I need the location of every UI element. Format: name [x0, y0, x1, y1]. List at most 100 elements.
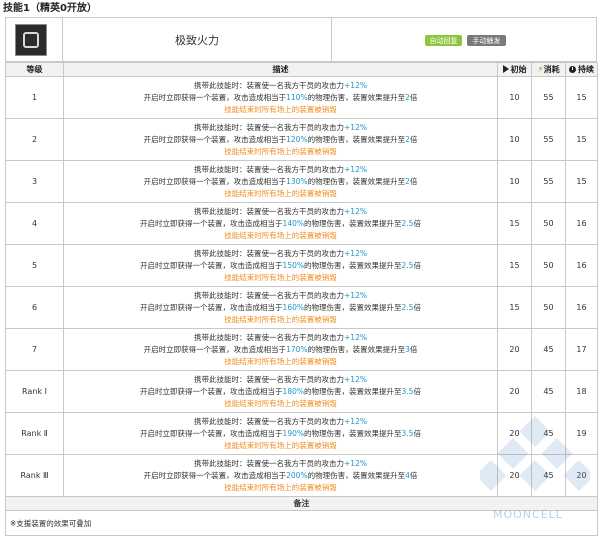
initial-cell: 10: [497, 160, 532, 203]
level-cell: 5: [5, 244, 64, 287]
desc-line-1: 携带此技能时：装置使一名我方干员的攻击力+12%: [194, 80, 367, 90]
table-row: 1 携带此技能时：装置使一名我方干员的攻击力+12% 开启时立即获得一个装置，攻击造…: [5, 76, 598, 119]
desc-line-2: 开启时立即获得一个装置，攻击造成相当于150%的物理伤害，装置效果提升至2.5倍: [140, 260, 421, 270]
desc-line-1: 携带此技能时：装置使一名我方干员的攻击力+12%: [194, 164, 367, 174]
duration-cell: 15: [565, 118, 598, 161]
cost-cell: 50: [531, 202, 566, 245]
cost-cell: 50: [531, 244, 566, 287]
cost-cell: 55: [531, 160, 566, 203]
description-cell: 携带此技能时：装置使一名我方干员的攻击力+12% 开启时立即获得一个装置，攻击造成…: [63, 244, 498, 287]
skill-icon: [15, 24, 47, 56]
description-cell: 携带此技能时：装置使一名我方干员的攻击力+12% 开启时立即获得一个装置，攻击造成…: [63, 370, 498, 413]
table-row: 3 携带此技能时：装置使一名我方干员的攻击力+12% 开启时立即获得一个装置，攻击造…: [5, 160, 598, 203]
level-cell: 1: [5, 76, 64, 119]
description-cell: 携带此技能时：装置使一名我方干员的攻击力+12% 开启时立即获得一个装置，攻击造成…: [63, 286, 498, 329]
play-icon: [502, 65, 509, 73]
tag-manual-trigger: 手动触发: [467, 35, 506, 46]
desc-line-2: 开启时立即获得一个装置，攻击造成相当于190%的物理伤害，装置效果提升至3.5倍: [140, 428, 421, 438]
desc-line-3: 技能结束时所有场上的装置被销毁: [224, 188, 337, 198]
description-cell: 携带此技能时：装置使一名我方干员的攻击力+12% 开启时立即获得一个装置，攻击造成…: [63, 328, 498, 371]
description-cell: 携带此技能时：装置使一名我方干员的攻击力+12% 开启时立即获得一个装置，攻击造成…: [63, 202, 498, 245]
cost-cell: 55: [531, 76, 566, 119]
duration-cell: 20: [565, 454, 598, 497]
header-initial: 初始: [497, 62, 532, 77]
duration-cell: 19: [565, 412, 598, 455]
level-cell: Rank Ⅱ: [5, 412, 64, 455]
initial-cell: 15: [497, 286, 532, 329]
desc-line-2: 开启时立即获得一个装置，攻击造成相当于160%的物理伤害，装置效果提升至2.5倍: [140, 302, 421, 312]
level-cell: Rank Ⅲ: [5, 454, 64, 497]
cost-cell: 55: [531, 118, 566, 161]
desc-line-3: 技能结束时所有场上的装置被销毁: [224, 314, 337, 324]
table-row: Rank Ⅲ 携带此技能时：装置使一名我方干员的攻击力+12% 开启时立即获得一个装…: [5, 454, 598, 497]
description-cell: 携带此技能时：装置使一名我方干员的攻击力+12% 开启时立即获得一个装置，攻击造成…: [63, 160, 498, 203]
desc-line-2: 开启时立即获得一个装置，攻击造成相当于130%的物理伤害，装置效果提升至2倍: [143, 176, 418, 186]
description-cell: 携带此技能时：装置使一名我方干员的攻击力+12% 开启时立即获得一个装置，攻击造成…: [63, 76, 498, 119]
table-row: 7 携带此技能时：装置使一名我方干员的攻击力+12% 开启时立即获得一个装置，攻击造…: [5, 328, 598, 371]
desc-line-2: 开启时立即获得一个装置，攻击造成相当于110%的物理伤害，装置效果提升至2倍: [143, 92, 418, 102]
level-cell: 4: [5, 202, 64, 245]
header-level: 等级: [5, 62, 64, 77]
desc-line-3: 技能结束时所有场上的装置被销毁: [224, 356, 337, 366]
desc-line-1: 携带此技能时：装置使一名我方干员的攻击力+12%: [194, 248, 367, 258]
table-row: Rank Ⅰ 携带此技能时：装置使一名我方干员的攻击力+12% 开启时立即获得一个装…: [5, 370, 598, 413]
cost-cell: 50: [531, 286, 566, 329]
desc-line-2: 开启时立即获得一个装置，攻击造成相当于180%的物理伤害，装置效果提升至3.5倍: [140, 386, 421, 396]
initial-cell: 20: [497, 328, 532, 371]
desc-line-1: 携带此技能时：装置使一名我方干员的攻击力+12%: [194, 458, 367, 468]
desc-line-1: 携带此技能时：装置使一名我方干员的攻击力+12%: [194, 122, 367, 132]
description-cell: 携带此技能时：装置使一名我方干员的攻击力+12% 开启时立即获得一个装置，攻击造成…: [63, 454, 498, 497]
table-row: Rank Ⅱ 携带此技能时：装置使一名我方干员的攻击力+12% 开启时立即获得一个装…: [5, 412, 598, 455]
desc-line-3: 技能结束时所有场上的装置被销毁: [224, 230, 337, 240]
desc-line-3: 技能结束时所有场上的装置被销毁: [224, 146, 337, 156]
table-row: 5 携带此技能时：装置使一名我方干员的攻击力+12% 开启时立即获得一个装置，攻击造…: [5, 244, 598, 287]
cost-cell: 45: [531, 454, 566, 497]
desc-line-3: 技能结束时所有场上的装置被销毁: [224, 272, 337, 282]
desc-line-3: 技能结束时所有场上的装置被销毁: [224, 104, 337, 114]
initial-cell: 20: [497, 370, 532, 413]
duration-cell: 16: [565, 202, 598, 245]
header-cost: ⚡消耗: [531, 62, 566, 77]
clock-icon: [569, 66, 576, 73]
desc-line-2: 开启时立即获得一个装置，攻击造成相当于200%的物理伤害，装置效果提升至4倍: [143, 470, 418, 480]
table-row: 4 携带此技能时：装置使一名我方干员的攻击力+12% 开启时立即获得一个装置，攻击造…: [5, 202, 598, 245]
description-cell: 携带此技能时：装置使一名我方干员的攻击力+12% 开启时立即获得一个装置，攻击造成…: [63, 118, 498, 161]
desc-line-2: 开启时立即获得一个装置，攻击造成相当于170%的物理伤害，装置效果提升至3倍: [143, 344, 418, 354]
desc-line-1: 携带此技能时：装置使一名我方干员的攻击力+12%: [194, 332, 367, 342]
cost-cell: 45: [531, 370, 566, 413]
initial-cell: 20: [497, 454, 532, 497]
watermark-text: MOONCELL: [493, 508, 563, 521]
desc-line-1: 携带此技能时：装置使一名我方干员的攻击力+12%: [194, 416, 367, 426]
desc-line-2: 开启时立即获得一个装置，攻击造成相当于140%的物理伤害，装置效果提升至2.5倍: [140, 218, 421, 228]
duration-cell: 15: [565, 76, 598, 119]
level-cell: 7: [5, 328, 64, 371]
desc-line-1: 携带此技能时：装置使一名我方干员的攻击力+12%: [194, 374, 367, 384]
desc-line-3: 技能结束时所有场上的装置被销毁: [224, 482, 337, 492]
desc-line-3: 技能结束时所有场上的装置被销毁: [224, 440, 337, 450]
skill-name: 极致火力: [63, 17, 332, 62]
level-cell: 6: [5, 286, 64, 329]
initial-cell: 20: [497, 412, 532, 455]
desc-line-3: 技能结束时所有场上的装置被销毁: [224, 398, 337, 408]
desc-line-1: 携带此技能时：装置使一名我方干员的攻击力+12%: [194, 290, 367, 300]
duration-cell: 16: [565, 286, 598, 329]
level-cell: 3: [5, 160, 64, 203]
level-cell: Rank Ⅰ: [5, 370, 64, 413]
duration-cell: 16: [565, 244, 598, 287]
table-header-row: 等级 描述 初始 ⚡消耗 持续: [5, 62, 598, 77]
cost-cell: 45: [531, 328, 566, 371]
description-cell: 携带此技能时：装置使一名我方干员的攻击力+12% 开启时立即获得一个装置，攻击造成…: [63, 412, 498, 455]
duration-cell: 15: [565, 160, 598, 203]
section-title: 技能1（精英0开放）: [3, 3, 97, 14]
header-duration: 持续: [565, 62, 598, 77]
initial-cell: 10: [497, 118, 532, 161]
header-description: 描述: [63, 62, 498, 77]
skill-level-table: 等级 描述 初始 ⚡消耗 持续 1 携带此技能时：装置使一名我方干员的攻击力+12…: [5, 62, 598, 536]
cost-cell: 45: [531, 412, 566, 455]
tag-auto-recovery: 自动回复: [425, 35, 462, 46]
level-cell: 2: [5, 118, 64, 161]
initial-cell: 15: [497, 202, 532, 245]
table-row: 6 携带此技能时：装置使一名我方干员的攻击力+12% 开启时立即获得一个装置，攻击造…: [5, 286, 598, 329]
desc-line-2: 开启时立即获得一个装置，攻击造成相当于120%的物理伤害，装置效果提升至2倍: [143, 134, 418, 144]
initial-cell: 15: [497, 244, 532, 287]
